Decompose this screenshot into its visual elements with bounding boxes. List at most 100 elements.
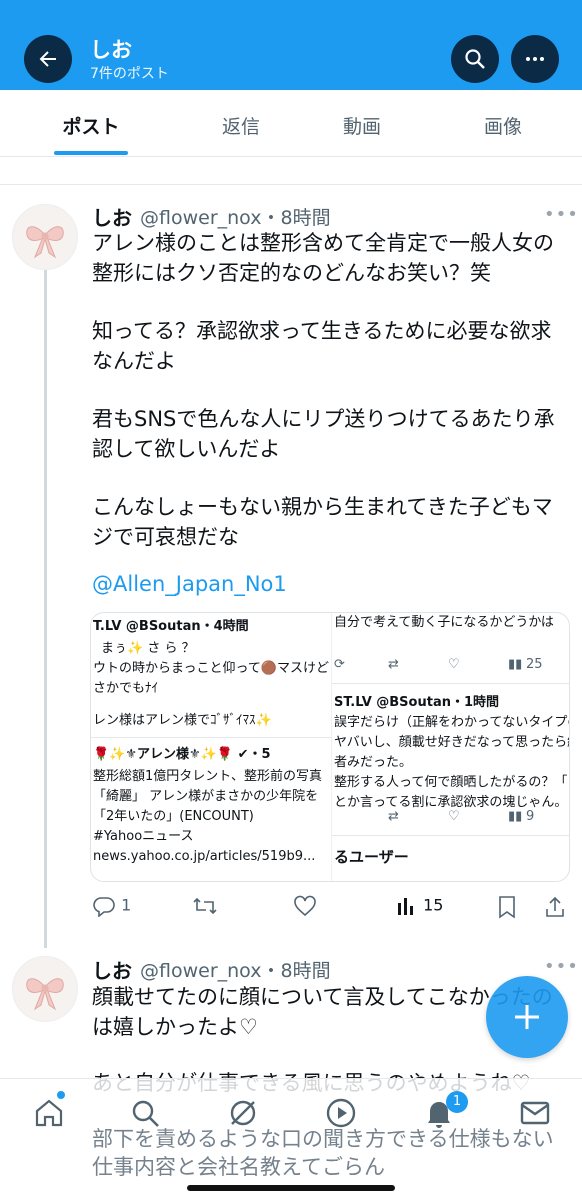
post-body: アレン様のことは整形含めて全肯定で一般人女の 整形にはクソ否定的なのどんなお笑い…	[92, 228, 562, 552]
share-icon	[546, 896, 564, 917]
search-button[interactable]	[451, 35, 499, 83]
divider	[91, 737, 331, 738]
reply-button[interactable]: 1	[92, 895, 131, 918]
notification-badge: 1	[446, 1091, 468, 1113]
repost-icon: ⇄	[388, 657, 399, 672]
heart-icon	[294, 895, 316, 917]
mention-link[interactable]: @Allen_Japan_No1	[92, 572, 287, 596]
post-line	[92, 1042, 562, 1068]
post-line	[92, 464, 562, 492]
share-button[interactable]	[544, 895, 566, 923]
repost-button[interactable]	[192, 895, 218, 921]
tab-images[interactable]: 画像	[448, 112, 558, 139]
home-indicator	[187, 1185, 395, 1191]
views-button[interactable]: 15	[396, 895, 443, 917]
stats-row: ⟳ ⇄ ♡ ▮▮ 25	[332, 655, 569, 675]
card-text: るユーザー	[334, 848, 409, 866]
views-count: 15	[423, 895, 444, 915]
views-count: 25	[526, 657, 543, 672]
card-text: ヤバいし、顔載せ好きだなって思ったら結	[334, 735, 570, 750]
nav-messages[interactable]	[518, 1096, 552, 1130]
active-tab-indicator	[54, 151, 128, 155]
post-time[interactable]: 8時間	[280, 960, 330, 982]
like-icon: ♡	[448, 657, 460, 672]
views-icon	[398, 898, 413, 915]
card-text: 整形する人って何で顔晒したがるの？「自分	[334, 775, 570, 790]
post-author-name[interactable]: しお	[92, 202, 132, 231]
video-icon	[326, 1098, 356, 1128]
post-count: 7件のポスト	[90, 66, 169, 82]
search-icon	[465, 49, 485, 69]
divider	[332, 835, 569, 836]
card-text: T.LV @BSoutan・4時間	[93, 619, 249, 634]
compose-button[interactable]	[486, 976, 568, 1058]
card-text: news.yahoo.co.jp/articles/519b9...	[93, 849, 316, 864]
reply-icon	[93, 897, 115, 918]
nav-search[interactable]	[128, 1096, 162, 1130]
card-text: 誤字だらけ（正解をわかってないタイプの	[334, 715, 570, 730]
card-text: 🌹✨⚜アレン様⚜✨🌹 ✔・5	[93, 747, 271, 762]
reply-icon: ⟳	[334, 657, 345, 672]
avatar[interactable]	[12, 956, 78, 1022]
plus-icon	[515, 1005, 539, 1029]
embedded-image[interactable]: T.LV @BSoutan・4時間 まぅ✨ さ ら ？ ウトの時からまっこと仰っ…	[90, 612, 570, 882]
nav-home[interactable]	[32, 1096, 66, 1130]
post-more-icon[interactable]: •••	[544, 956, 579, 977]
post-handle[interactable]: @flower_nox	[140, 960, 261, 982]
arrow-left-icon	[39, 51, 56, 67]
repost-icon	[193, 897, 217, 915]
post-line: 認して欲しいんだよ	[92, 437, 281, 461]
post-line: 知ってる？承認欲求って生きるために必要な欲求	[92, 319, 552, 343]
stats-row: ⇄ ♡ ▮▮ 9	[332, 807, 569, 827]
card-text: 自分で考えて動く子になるかどうかは	[334, 615, 554, 630]
views-icon: ▮▮	[508, 657, 523, 672]
card-text: さかでもﾅｲ	[93, 681, 159, 696]
top-header: しお 7件のポスト	[0, 0, 582, 90]
divider	[0, 184, 582, 185]
profile-tabs: ポスト 返信 動画 画像	[0, 90, 582, 157]
views-icon: ▮▮	[508, 809, 523, 824]
avatar[interactable]	[12, 204, 78, 270]
post-line: 仕事内容と会社名教えてごらん	[92, 1155, 385, 1179]
home-icon	[35, 1099, 63, 1127]
post-handle[interactable]: @flower_nox	[140, 207, 261, 229]
bow-icon	[26, 978, 64, 1011]
post-time[interactable]: 8時間	[280, 207, 330, 229]
mail-icon	[520, 1101, 550, 1125]
grok-icon	[230, 1100, 256, 1126]
post-handle-time: @flower_nox・8時間	[140, 960, 331, 982]
post-line	[92, 288, 562, 316]
more-icon	[526, 57, 544, 61]
nav-video[interactable]	[324, 1096, 358, 1130]
nav-grok[interactable]	[226, 1096, 260, 1130]
post-handle-time: @flower_nox・8時間	[140, 207, 331, 229]
repost-icon: ⇄	[388, 809, 399, 824]
post-line	[92, 376, 562, 404]
screenshot-left: T.LV @BSoutan・4時間 まぅ✨ さ ら ？ ウトの時からまっこと仰っ…	[91, 613, 331, 881]
tab-replies[interactable]: 返信	[186, 112, 296, 139]
tab-videos[interactable]: 動画	[307, 112, 417, 139]
post-line: 君もSNSで色んな人にリプ送りつけてるあたり承	[92, 407, 555, 431]
screenshot-right: 自分で考えて動く子になるかどうかは ⟳ ⇄ ♡ ▮▮ 25 ST.LV @BSo…	[331, 613, 570, 881]
card-text: 整形総額1億円タレント、整形前の写真	[93, 769, 323, 784]
profile-title: しお	[90, 38, 132, 62]
post-author-name[interactable]: しお	[92, 955, 132, 984]
like-icon: ♡	[448, 809, 460, 824]
thread-line	[44, 270, 47, 948]
post-line: なんだよ	[92, 349, 176, 373]
card-text: レン様はアレン様でｺﾞｻﾞｲﾏｽ✨	[93, 713, 272, 728]
bookmark-button[interactable]	[497, 895, 517, 923]
bow-icon	[26, 226, 64, 259]
views-count: 9	[526, 809, 535, 824]
card-text: 者みだった。	[334, 755, 413, 770]
back-button[interactable]	[24, 35, 72, 83]
tab-posts[interactable]: ポスト	[36, 112, 146, 139]
like-button[interactable]	[293, 895, 317, 921]
post-more-icon[interactable]: •••	[544, 204, 579, 225]
card-text: ST.LV @BSoutan・1時間	[334, 695, 500, 710]
post-line: アレン様のことは整形含めて全肯定で一般人女の	[92, 231, 554, 255]
post-line: こんなしょーもない親から生まれてきた子どもマ	[92, 495, 553, 519]
card-text: ウトの時からまっこと仰って🟤マスけど	[93, 661, 330, 676]
bookmark-icon	[499, 896, 515, 919]
more-button[interactable]	[511, 35, 559, 83]
